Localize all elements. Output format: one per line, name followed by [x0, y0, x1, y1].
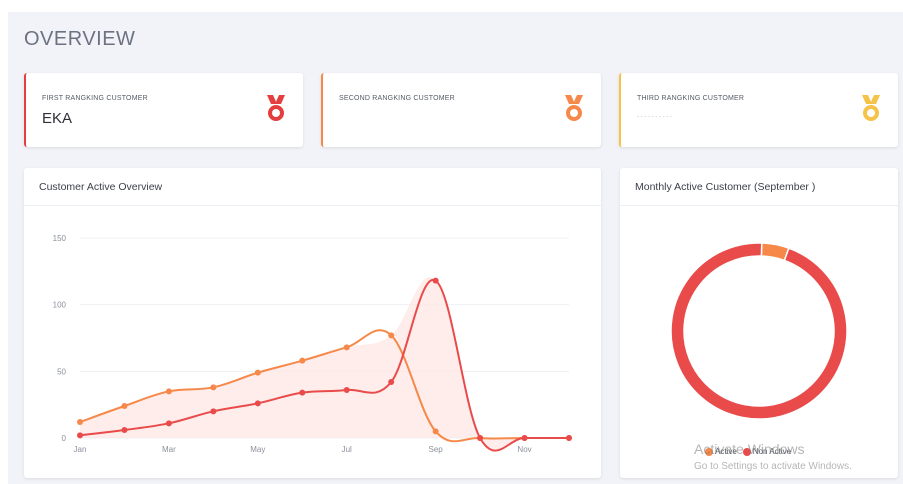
series-area-fill: [80, 277, 569, 451]
first-ranking-label: FIRST RANGKING CUSTOMER: [42, 95, 148, 102]
y-tick-label: 50: [57, 367, 66, 376]
first-ranking-card: FIRST RANGKING CUSTOMER EKA: [24, 73, 303, 147]
medal-icon: [862, 95, 880, 121]
x-tick-label: Jan: [74, 445, 87, 454]
data-point: [566, 435, 572, 441]
x-tick-label: Mar: [162, 445, 176, 454]
third-ranking-label: THIRD RANGKING CUSTOMER: [637, 95, 745, 102]
data-point: [165, 420, 172, 427]
data-point: [388, 379, 395, 385]
customer-active-line-chart: 0 50 100 150 Jan Mar May Jul Sep Nov: [53, 234, 572, 454]
customer-active-overview-panel: Customer Active Overview 0 50 100 150 Jan Mar…: [24, 168, 601, 478]
data-point: [77, 419, 83, 425]
medal-icon: [267, 95, 285, 121]
data-point: [299, 389, 306, 396]
medal-icon: [565, 95, 583, 121]
third-ranking-value: - - - - - - - - - -: [637, 114, 672, 120]
data-point: [210, 408, 217, 415]
data-point: [343, 344, 350, 351]
monthly-active-donut-chart: [670, 242, 848, 420]
donut-slice-non-active: [670, 242, 848, 420]
watermark-subtitle: Go to Settings to activate Windows.: [694, 461, 852, 472]
data-point: [432, 277, 439, 284]
data-point: [388, 332, 395, 339]
data-point: [121, 403, 128, 409]
monthly-active-customer-title: Monthly Active Customer (September ): [620, 168, 898, 206]
x-tick-label: Sep: [429, 445, 444, 454]
customer-active-overview-title: Customer Active Overview: [24, 168, 601, 206]
x-tick-label: May: [250, 445, 265, 454]
y-tick-label: 0: [62, 434, 67, 443]
y-tick-label: 100: [53, 301, 67, 310]
data-point: [432, 428, 439, 435]
page-title: OVERVIEW: [24, 28, 136, 50]
third-ranking-card: THIRD RANGKING CUSTOMER - - - - - - - - …: [619, 73, 898, 147]
windows-activation-watermark: Activate Windows Go to Settings to activ…: [694, 441, 852, 472]
data-point: [299, 357, 306, 364]
monthly-active-customer-panel: Monthly Active Customer (September ) Act…: [620, 168, 898, 478]
data-point: [477, 435, 484, 441]
data-point: [165, 388, 172, 395]
first-ranking-value: EKA: [42, 110, 73, 127]
overview-page: OVERVIEW FIRST RANGKING CUSTOMER EKA SEC…: [8, 12, 903, 484]
x-tick-label: Jul: [342, 445, 352, 454]
data-point: [121, 427, 128, 433]
second-ranking-label: SECOND RANGKING CUSTOMER: [339, 95, 455, 102]
data-point: [210, 384, 217, 391]
second-ranking-card: SECOND RANGKING CUSTOMER: [321, 73, 601, 147]
data-point: [343, 387, 350, 393]
y-tick-label: 150: [53, 234, 67, 243]
data-point: [77, 432, 83, 439]
data-point: [521, 435, 528, 441]
data-point: [254, 400, 261, 407]
watermark-title: Activate Windows: [694, 441, 805, 457]
x-tick-label: Nov: [517, 445, 531, 454]
data-point: [254, 369, 261, 376]
